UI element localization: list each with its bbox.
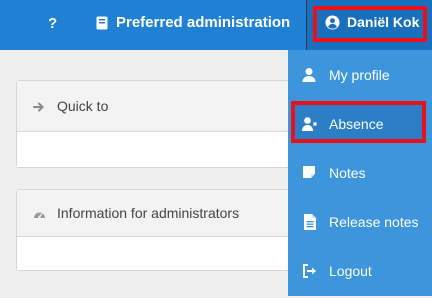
arrow-right-icon	[33, 100, 45, 112]
menu-item-release-notes[interactable]: Release notes	[288, 197, 432, 246]
quick-to-title: Quick to	[57, 98, 109, 114]
admin-info-panel: Information for administrators	[16, 189, 306, 271]
user-dropdown-menu: My profile Absence Notes Release notes L…	[288, 50, 432, 296]
quick-to-panel: Quick to	[16, 80, 306, 168]
person-absent-icon	[302, 116, 318, 132]
admin-info-header[interactable]: Information for administrators	[17, 190, 305, 237]
menu-item-label: My profile	[329, 66, 390, 83]
document-icon	[302, 214, 318, 230]
person-icon	[302, 67, 318, 83]
quick-to-header[interactable]: Quick to	[17, 81, 305, 132]
help-link[interactable]: ?	[48, 15, 57, 32]
menu-item-label: Notes	[329, 164, 366, 181]
user-name: Daniël Kok	[347, 14, 420, 30]
book-icon	[96, 16, 108, 30]
admin-info-body	[17, 237, 305, 270]
menu-item-label: Logout	[329, 262, 372, 279]
menu-item-notes[interactable]: Notes	[288, 148, 432, 197]
preferred-administration-link[interactable]: Preferred administration	[96, 14, 290, 31]
top-navigation-bar: ? Preferred administration Daniël Kok	[0, 0, 432, 50]
dashboard-icon	[33, 207, 45, 219]
user-menu-content: Daniël Kok	[325, 14, 419, 30]
menu-item-label: Release notes	[329, 213, 419, 230]
menu-item-label: Absence	[329, 115, 384, 132]
note-icon	[302, 165, 318, 181]
logout-icon	[302, 263, 318, 279]
admin-info-title: Information for administrators	[57, 205, 240, 221]
quick-to-body	[17, 132, 305, 167]
preferred-administration-label: Preferred administration	[116, 14, 291, 31]
user-menu-button[interactable]: Daniël Kok	[306, 0, 432, 50]
user-circle-icon	[325, 14, 340, 30]
menu-item-logout[interactable]: Logout	[288, 246, 432, 295]
menu-item-absence[interactable]: Absence	[288, 99, 432, 148]
menu-item-my-profile[interactable]: My profile	[288, 50, 432, 99]
